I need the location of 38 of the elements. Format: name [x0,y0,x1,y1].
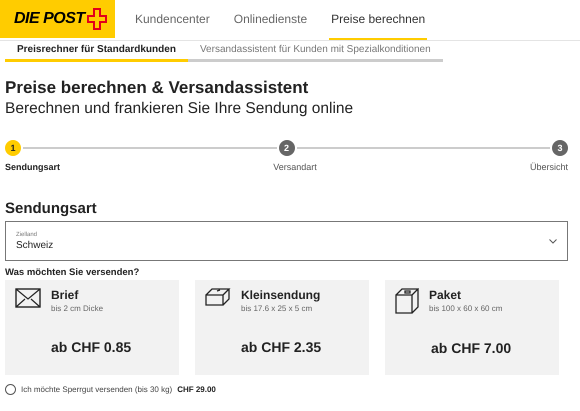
radio-label[interactable]: Ich möchte Sperrgut versenden (bis 30 kg) [21,385,172,394]
cube-icon [395,288,419,314]
price: ab CHF 0.85 [51,339,132,355]
page-subtitle: Berechnen und frankieren Sie Ihre Sendung online [5,100,354,118]
shipment-option-card[interactable]: Brief bis 2 cm Dicke ab CHF 0.85 [5,280,179,375]
envelope-icon [15,288,41,308]
shipment-option-card[interactable]: Paket bis 100 x 60 x 60 cm ab CHF 7.00 [385,280,559,375]
option-title: Brief [51,288,80,302]
size-limit: bis 17.6 x 25 x 5 cm [241,304,314,313]
radio-button[interactable] [5,384,16,395]
nav-link[interactable]: Kundencenter [133,0,212,40]
bulky-price: CHF 29.00 [177,385,216,394]
price: ab CHF 7.00 [431,340,512,356]
size-limit: bis 2 cm Dicke [51,304,104,313]
nav-link[interactable]: Preise berechnen [329,0,428,40]
step-number[interactable]: 1 [5,140,21,156]
section-title: Sendungsart [5,200,98,217]
step-label: Sendungsart [5,162,60,172]
field-value: Schweiz [16,240,54,250]
step-number[interactable]: 2 [278,140,294,156]
size-limit: bis 100 x 60 x 60 cm [429,304,502,313]
nav-link[interactable]: Onlinedienste [232,0,310,40]
page-title: Preise berechnen & Versandassistent [5,78,310,98]
sub-tab[interactable]: Versandassistent für Kunden mit Spezialkonditionen [188,41,443,62]
chevron-down-icon [549,238,557,244]
price: ab CHF 2.35 [241,339,322,355]
sub-tab[interactable]: Preisrechner für Standardkunden [5,41,188,62]
step-label: Übersicht [530,162,568,172]
step-number[interactable]: 3 [552,140,568,156]
option-title: Paket [429,288,462,302]
shipment-option-card[interactable]: Kleinsendung bis 17.6 x 25 x 5 cm ab CHF 2.35 [195,280,369,375]
question-text: Was möchten Sie versenden? [5,267,140,278]
step-label: Versandart [273,162,317,172]
cross-icon [86,8,107,30]
small-box-icon [205,288,231,306]
logo-block[interactable]: DIE POST [0,0,115,38]
option-title: Kleinsendung [241,288,320,302]
logo-text: DIE POST [14,10,85,28]
